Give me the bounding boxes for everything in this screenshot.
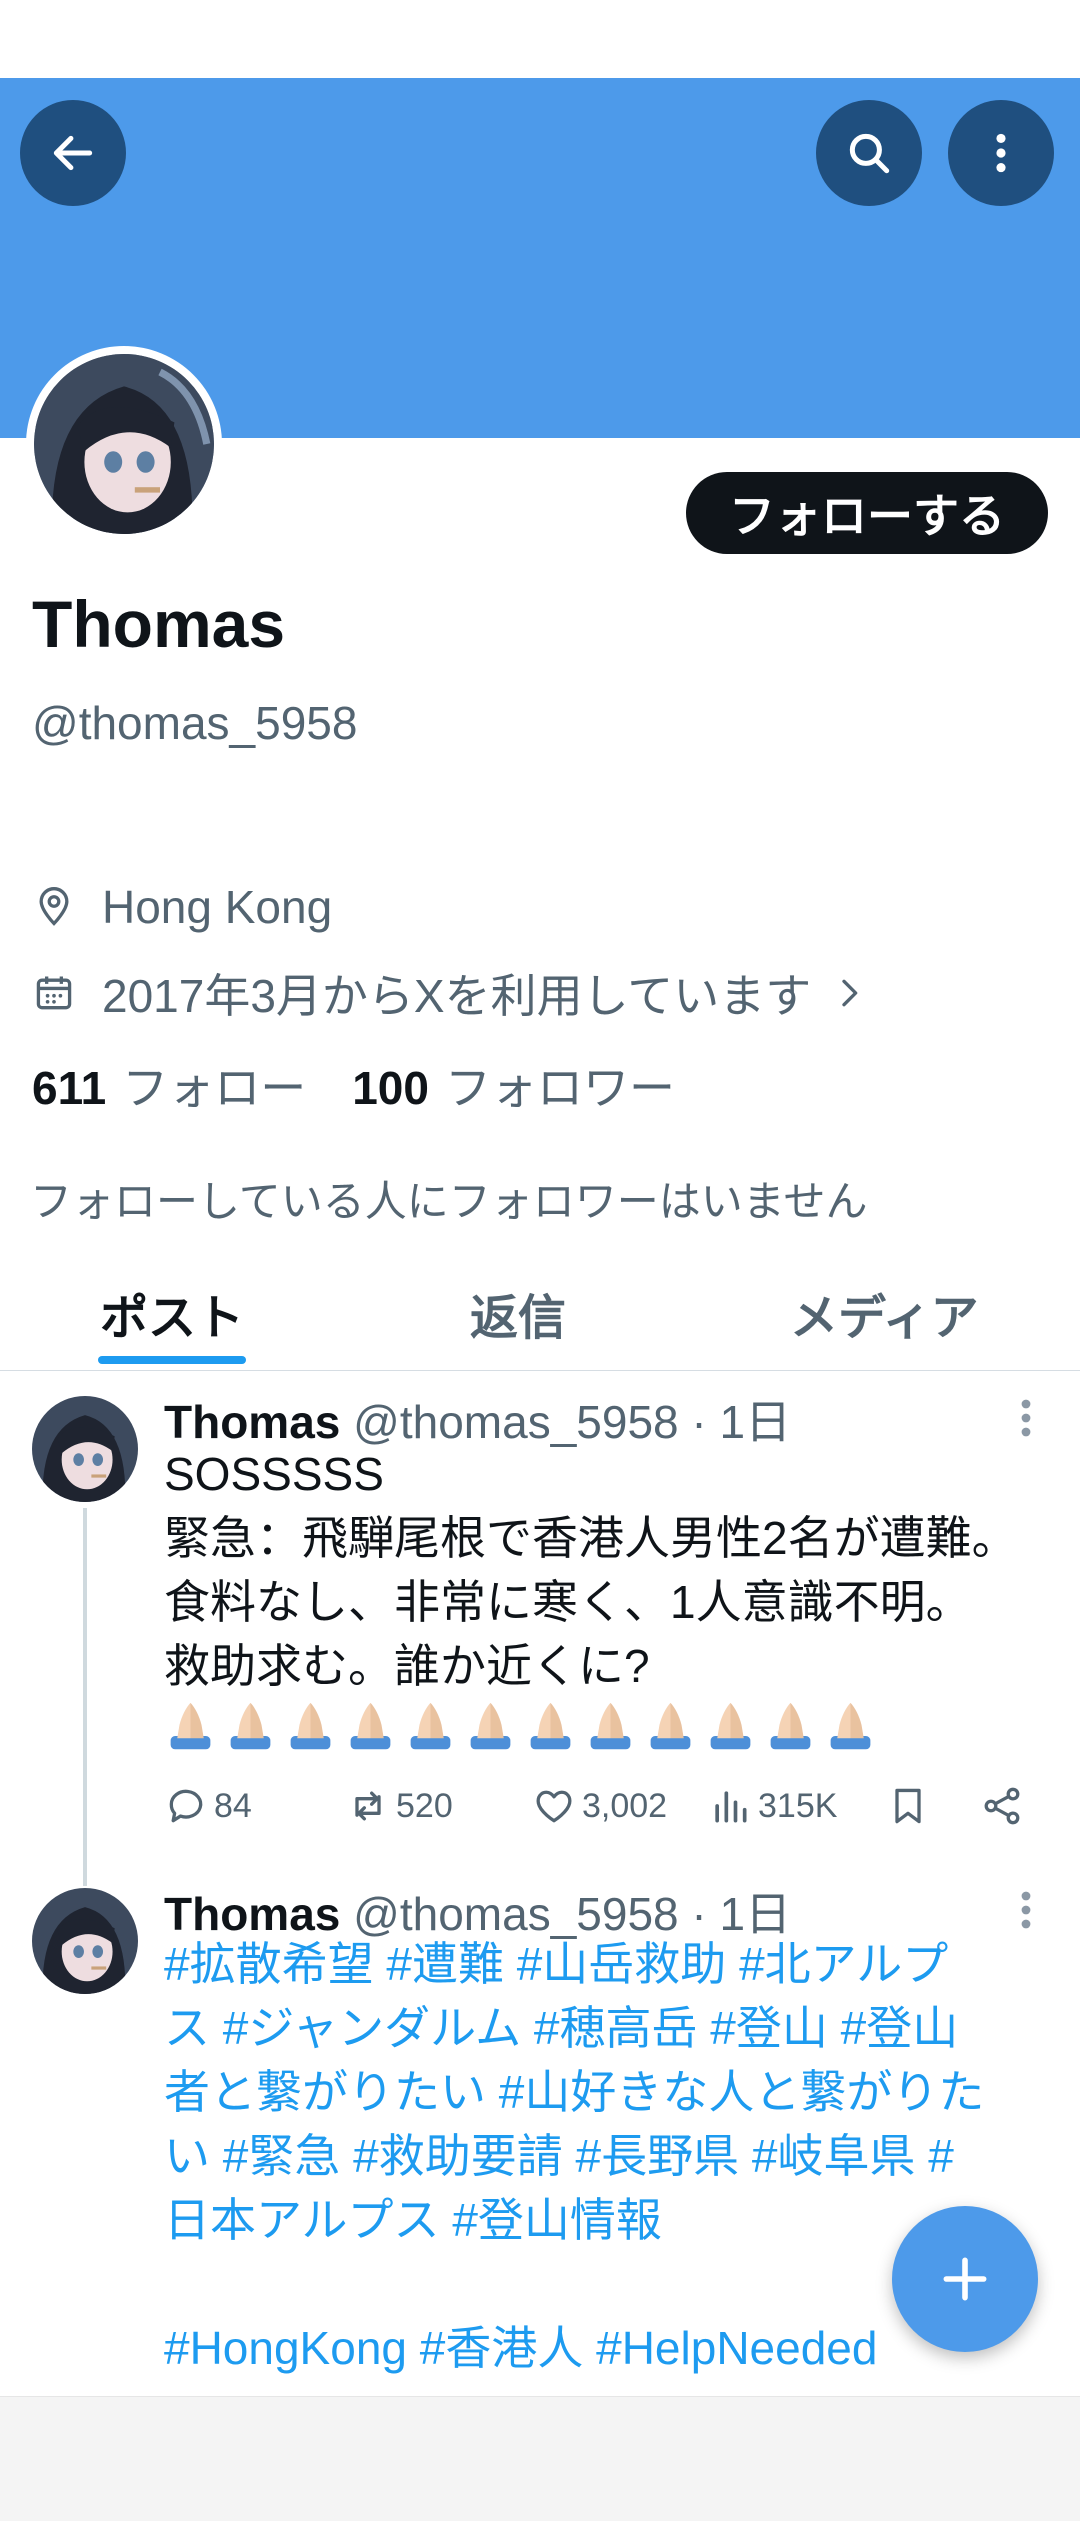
search-button[interactable] [816,100,922,206]
joined-row[interactable]: 2017年3月からXを利用しています [32,960,869,1026]
bookmark-button[interactable] [886,1784,936,1828]
location-pin-icon [39,887,69,926]
like-icon [536,1790,572,1823]
post-author[interactable]: Thomas [164,1396,340,1448]
chevron-right-icon [842,979,858,1007]
folded-hands-emoji-icon [230,1702,271,1750]
like-button[interactable]: 3,002 [532,1784,667,1828]
avatar-illustration [34,354,214,534]
search-icon [849,133,890,174]
post-hashtags[interactable]: #拡散希望 #遭難 #山岳救助 #北アルプ ス #ジャンダルム #穂高岳 #登山… [164,1932,1044,2252]
reply-button[interactable]: 84 [164,1784,252,1828]
folded-hands-emoji-icon [470,1702,511,1750]
folded-hands-emoji-icon [350,1702,391,1750]
followers-stat[interactable]: 100 フォロワー [352,1052,675,1118]
system-navigation-bar [0,2396,1080,2521]
share-icon [984,1787,1020,1825]
folded-hands-emoji-icon [650,1702,691,1750]
followers-count: 100 [352,1062,429,1114]
profile-tabs: ポスト 返信 メディア [0,1252,1080,1371]
location-row: Hong Kong [32,880,332,934]
prayer-emoji-row [164,1698,877,1752]
mutual-followers-note: フォローしている人にフォロワーはいません [30,1178,868,1225]
following-label: フォロー [122,1062,307,1114]
followers-label: フォロワー [444,1062,675,1114]
folded-hands-emoji-icon [170,1702,211,1750]
folded-hands-emoji-icon [770,1702,811,1750]
post-more-icon[interactable] [1016,1398,1036,1438]
views-icon [715,1791,747,1823]
reply-count: 84 [214,1786,252,1825]
repost-count: 520 [396,1786,453,1825]
back-button[interactable] [20,100,126,206]
post-avatar[interactable] [32,1396,138,1502]
folded-hands-emoji-icon [590,1702,631,1750]
reply-icon [169,1789,203,1823]
following-count: 611 [32,1062,107,1114]
following-stat[interactable]: 611 フォロー [32,1052,306,1118]
avatar-illustration [32,1396,138,1502]
more-vertical-icon [996,133,1006,173]
share-button[interactable] [980,1784,1030,1828]
status-bar [0,0,1080,78]
calendar-icon [36,976,72,1010]
follow-button[interactable]: フォローする [686,472,1048,554]
more-options-button[interactable] [948,100,1054,206]
post-more-icon[interactable] [1016,1890,1036,1930]
tab-media[interactable]: メディア [790,1278,979,1348]
active-tab-indicator [98,1356,246,1364]
joined-text: 2017年3月からXを利用しています [102,970,812,1022]
repost-button[interactable]: 520 [346,1784,453,1828]
folded-hands-emoji-icon [410,1702,451,1750]
folded-hands-emoji-icon [290,1702,331,1750]
profile-name: Thomas [32,587,286,661]
post-actions: 84 520 3,002 315K [164,1784,1044,1840]
folded-hands-emoji-icon [530,1702,571,1750]
views-count: 315K [758,1786,838,1825]
bookmark-icon [895,1788,921,1824]
post-avatar[interactable] [32,1888,138,1994]
post-handle: @thomas_5958 [353,1396,679,1448]
folded-hands-emoji-icon [830,1702,871,1750]
avatar-illustration [32,1888,138,1994]
post-time: · 1日 [691,1396,792,1448]
tab-posts[interactable]: ポスト [100,1278,244,1348]
repost-icon [355,1791,381,1821]
folded-hands-emoji-icon [710,1702,751,1750]
location-text: Hong Kong [102,881,333,933]
profile-avatar[interactable] [26,346,222,542]
like-count: 3,002 [582,1786,668,1825]
profile-handle: @thomas_5958 [32,697,358,749]
plus-icon [943,2257,987,2301]
post-text: SOSSSSS 緊急：飛騨尾根で香港人男性2名が遭難。 食料なし、非常に寒く、1… [164,1448,1018,1692]
compose-post-button[interactable] [892,2206,1038,2352]
thread-line [83,1508,87,1886]
follow-stats: 611 フォロー 100 フォロワー [32,1052,675,1118]
views-button[interactable]: 315K [708,1784,837,1828]
back-arrow-icon [53,135,93,171]
tab-replies[interactable]: 返信 [470,1278,566,1348]
